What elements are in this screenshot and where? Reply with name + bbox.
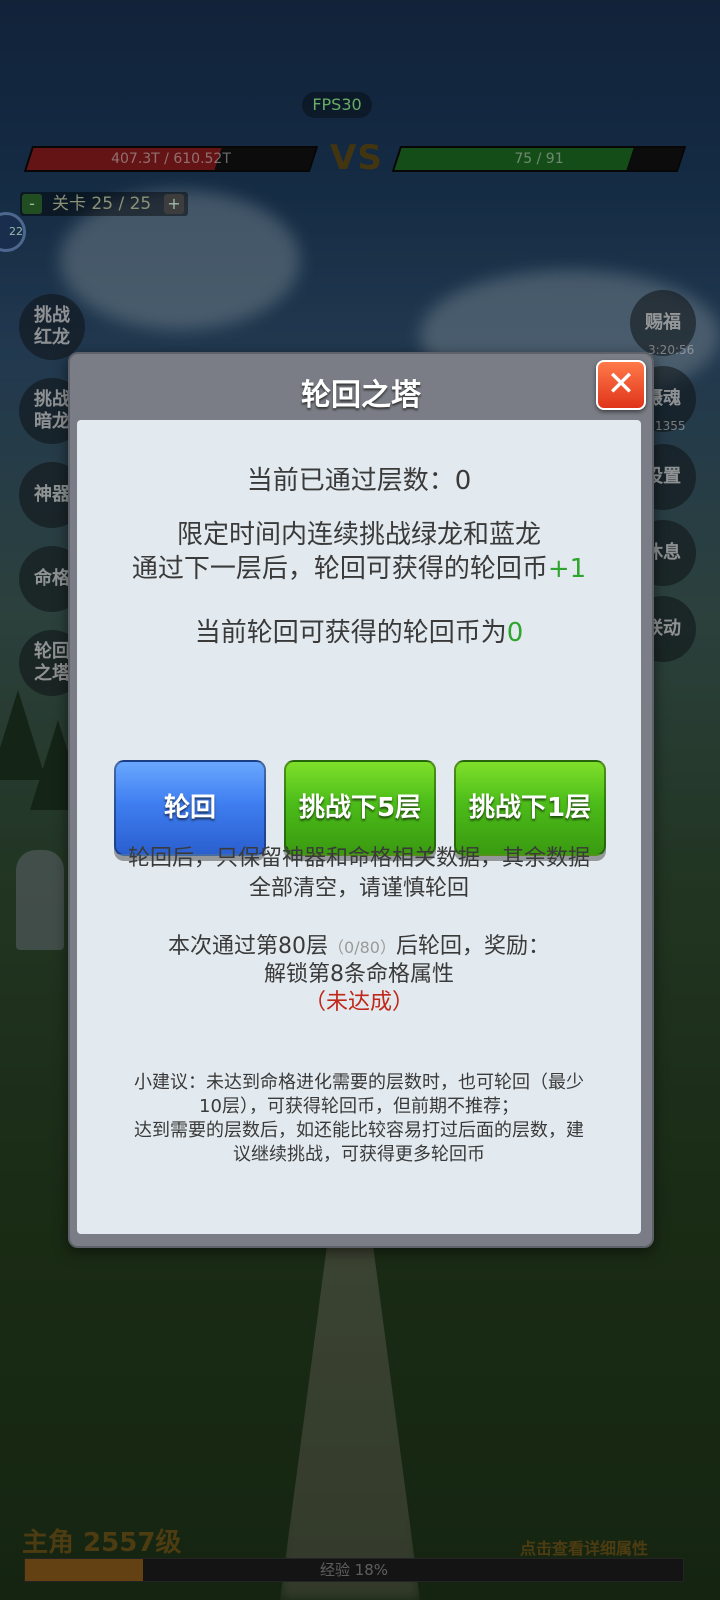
current-coins-value: 0 bbox=[506, 618, 524, 648]
rule-line-2: 通过下一层后，轮回可获得的轮回币+1 bbox=[77, 548, 641, 585]
warning-line-1: 轮回后，只保留神器和命格相关数据，其余数据 bbox=[127, 846, 590, 871]
current-coins-text: 当前轮回可获得的轮回币为0 bbox=[77, 612, 641, 649]
tip-line-2: 10层），可获得轮回币，但前期不推荐； bbox=[199, 1096, 519, 1117]
rule-line-1: 限定时间内连续挑战绿龙和蓝龙 bbox=[176, 520, 541, 550]
dialog-content: 当前已通过层数：0 限定时间内连续挑战绿龙和蓝龙 通过下一层后，轮回可获得的轮回… bbox=[77, 420, 641, 1234]
tip-line-1: 小建议：未达到命格进化需要的层数时，也可轮回（最少 bbox=[134, 1072, 584, 1093]
tip-line-4: 议继续挑战，可获得更多轮回币 bbox=[233, 1144, 485, 1165]
tower-dialog: 轮回之塔 ✕ 当前已通过层数：0 限定时间内连续挑战绿龙和蓝龙 通过下一层后，轮… bbox=[68, 352, 654, 1248]
rule-bonus: +1 bbox=[547, 554, 587, 584]
reward-progress: （0/80） bbox=[328, 938, 396, 957]
rule-line-2-text: 通过下一层后，轮回可获得的轮回币 bbox=[131, 554, 548, 584]
close-button[interactable]: ✕ bbox=[596, 360, 646, 410]
current-coins-prefix: 当前轮回可获得的轮回币为 bbox=[194, 618, 507, 648]
close-icon: ✕ bbox=[606, 364, 636, 404]
tip-line-3: 达到需要的层数后，如还能比较容易打过后面的层数，建 bbox=[134, 1120, 584, 1141]
reward-status: （未达成） bbox=[303, 990, 414, 1015]
floors-passed-text: 当前已通过层数：0 bbox=[246, 466, 472, 496]
warning-line-2: 全部清空，请谨慎轮回 bbox=[248, 876, 469, 901]
dialog-title: 轮回之塔 bbox=[301, 378, 421, 413]
